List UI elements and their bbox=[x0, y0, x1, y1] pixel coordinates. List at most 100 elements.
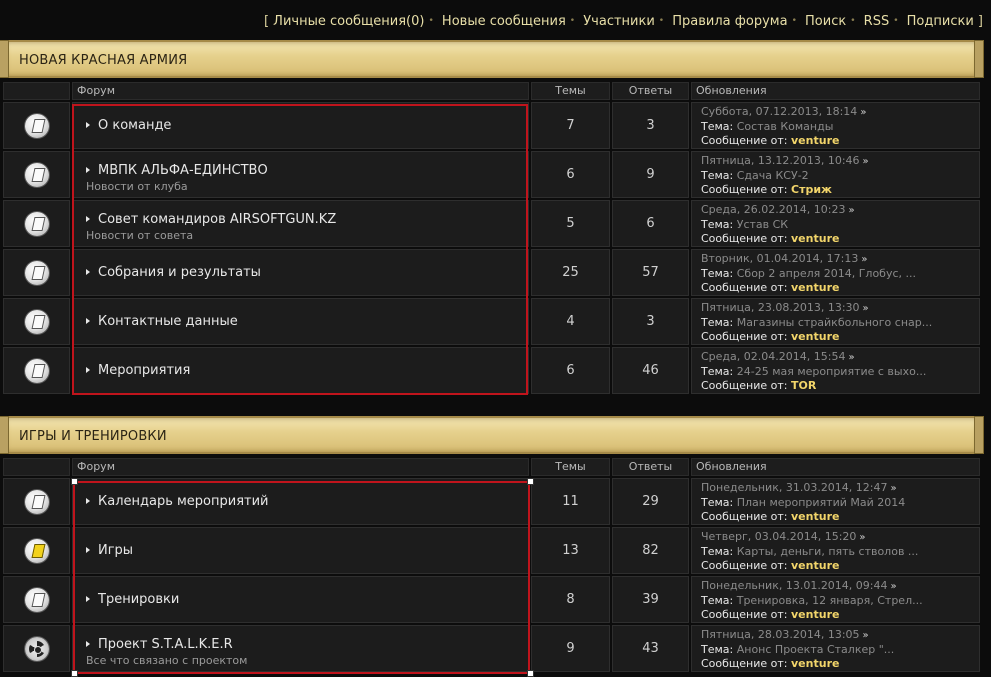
last-author-link[interactable]: venture bbox=[791, 232, 839, 245]
last-update-cell: Пятница, 28.03.2014, 13:05» Тема: Анонс П… bbox=[691, 625, 980, 672]
last-update-cell: Понедельник, 31.03.2014, 12:47» Тема: Пла… bbox=[691, 478, 980, 525]
category-header[interactable]: ИГРЫ И ТРЕНИРОВКИ bbox=[0, 416, 984, 454]
forum-row: Контактные данные 4 3 Пятница, 23.08.2013, … bbox=[3, 298, 980, 347]
forum-name[interactable]: Игры bbox=[98, 543, 133, 558]
forum-rules-link[interactable]: Правила форума bbox=[672, 14, 787, 29]
forum-cell: Игры bbox=[72, 527, 529, 574]
column-topics: Темы bbox=[531, 82, 610, 100]
last-author-line: Сообщение от: venture bbox=[701, 657, 979, 671]
subscriptions-link[interactable]: Подписки bbox=[907, 14, 974, 29]
go-to-last-post-icon[interactable]: » bbox=[848, 352, 854, 363]
forum-link[interactable]: Мероприятия bbox=[86, 363, 190, 378]
forum-description: Новости от клуба bbox=[86, 180, 188, 193]
forum-name[interactable]: Проект S.T.A.L.K.E.R bbox=[98, 637, 233, 652]
top-navigation: [ Личные сообщения(0) • Новые сообщения • … bbox=[263, 14, 983, 29]
last-topic-link[interactable]: Устав СК bbox=[737, 218, 788, 231]
forum-icon-cell bbox=[3, 298, 70, 345]
message-from-label: Сообщение от: bbox=[701, 510, 788, 523]
members-link[interactable]: Участники bbox=[583, 14, 655, 29]
message-from-label: Сообщение от: bbox=[701, 657, 788, 670]
forum-link[interactable]: Игры bbox=[86, 543, 133, 558]
forum-icon-cell bbox=[3, 200, 70, 247]
last-topic-line: Тема: Сбор 2 апреля 2014, Глобус, ... bbox=[701, 267, 979, 281]
go-to-last-post-icon[interactable]: » bbox=[863, 156, 869, 167]
go-to-last-post-icon[interactable]: » bbox=[848, 205, 854, 216]
topics-count: 13 bbox=[531, 527, 610, 574]
last-topic-link[interactable]: Магазины страйкбольного снар... bbox=[737, 316, 933, 329]
category-title[interactable]: НОВАЯ КРАСНАЯ АРМИЯ bbox=[19, 53, 187, 68]
forum-icon-cell bbox=[3, 151, 70, 198]
forum-read-icon bbox=[25, 261, 49, 285]
resize-handle[interactable] bbox=[527, 478, 534, 485]
forum-link[interactable]: Проект S.T.A.L.K.E.R bbox=[86, 637, 233, 652]
forum-name[interactable]: Тренировки bbox=[98, 592, 179, 607]
last-topic-link[interactable]: План мероприятий Май 2014 bbox=[737, 496, 906, 509]
forum-name[interactable]: Календарь мероприятий bbox=[98, 494, 269, 509]
last-topic-link[interactable]: Карты, деньги, пять стволов ... bbox=[737, 545, 919, 558]
last-author-link[interactable]: venture bbox=[791, 134, 839, 147]
category-title[interactable]: ИГРЫ И ТРЕНИРОВКИ bbox=[19, 429, 167, 444]
last-update-date-line: Среда, 26.02.2014, 10:23» bbox=[701, 203, 979, 218]
last-author-link[interactable]: venture bbox=[791, 657, 839, 670]
last-topic-line: Тема: План мероприятий Май 2014 bbox=[701, 496, 979, 510]
last-topic-link[interactable]: Состав Команды bbox=[737, 120, 834, 133]
last-author-link[interactable]: venture bbox=[791, 608, 839, 621]
last-topic-link[interactable]: Тренировка, 12 января, Стрел... bbox=[737, 594, 923, 607]
last-update-cell: Пятница, 23.08.2013, 13:30» Тема: Магазин… bbox=[691, 298, 980, 345]
last-author-line: Сообщение от: venture bbox=[701, 134, 979, 148]
last-author-link[interactable]: Стриж bbox=[791, 183, 832, 196]
forum-link[interactable]: Совет командиров AIRSOFTGUN.KZ bbox=[86, 212, 336, 227]
last-update-date-line: Среда, 02.04.2014, 15:54» bbox=[701, 350, 979, 365]
message-from-label: Сообщение от: bbox=[701, 183, 788, 196]
go-to-last-post-icon[interactable]: » bbox=[860, 107, 866, 118]
forum-read-icon bbox=[25, 359, 49, 383]
forum-row: Тренировки 8 39 Понедельник, 13.01.2014, 09… bbox=[3, 576, 980, 625]
forum-link[interactable]: Тренировки bbox=[86, 592, 179, 607]
last-author-link[interactable]: TOR bbox=[791, 379, 816, 392]
last-author-link[interactable]: venture bbox=[791, 281, 839, 294]
forum-row: Собрания и результаты 25 57 Вторник, 01.04.… bbox=[3, 249, 980, 298]
last-update-date-line: Пятница, 28.03.2014, 13:05» bbox=[701, 628, 979, 643]
forum-name[interactable]: О команде bbox=[98, 118, 171, 133]
private-messages-link[interactable]: Личные сообщения(0) bbox=[273, 14, 424, 29]
posts-count: 57 bbox=[612, 249, 689, 296]
go-to-last-post-icon[interactable]: » bbox=[863, 303, 869, 314]
posts-count: 3 bbox=[612, 298, 689, 345]
go-to-last-post-icon[interactable]: » bbox=[863, 630, 869, 641]
go-to-last-post-icon[interactable]: » bbox=[891, 581, 897, 592]
forum-name[interactable]: МВПК АЛЬФА-ЕДИНСТВО bbox=[98, 163, 268, 178]
header-ornament-left bbox=[0, 416, 9, 454]
search-link[interactable]: Поиск bbox=[805, 14, 846, 29]
last-topic-link[interactable]: Анонс Проекта Сталкер "... bbox=[737, 643, 895, 656]
column-topics: Темы bbox=[531, 458, 610, 476]
category-header[interactable]: НОВАЯ КРАСНАЯ АРМИЯ bbox=[0, 40, 984, 78]
forum-name[interactable]: Совет командиров AIRSOFTGUN.KZ bbox=[98, 212, 336, 227]
forum-link[interactable]: Календарь мероприятий bbox=[86, 494, 269, 509]
forum-link[interactable]: МВПК АЛЬФА-ЕДИНСТВО bbox=[86, 163, 268, 178]
forum-link[interactable]: Собрания и результаты bbox=[86, 265, 261, 280]
last-topic-link[interactable]: Сбор 2 апреля 2014, Глобус, ... bbox=[737, 267, 916, 280]
forum-name[interactable]: Мероприятия bbox=[98, 363, 190, 378]
last-update-date: Суббота, 07.12.2013, 18:14 bbox=[701, 105, 858, 118]
go-to-last-post-icon[interactable]: » bbox=[891, 483, 897, 494]
bracket-close: ] bbox=[977, 14, 983, 29]
rss-link[interactable]: RSS bbox=[864, 14, 890, 29]
last-author-link[interactable]: venture bbox=[791, 559, 839, 572]
resize-handle[interactable] bbox=[71, 478, 78, 485]
forum-link[interactable]: Контактные данные bbox=[86, 314, 238, 329]
column-updates: Обновления bbox=[691, 458, 980, 476]
new-messages-link[interactable]: Новые сообщения bbox=[442, 14, 566, 29]
last-topic-link[interactable]: Сдача КСУ-2 bbox=[737, 169, 809, 182]
forum-name[interactable]: Собрания и результаты bbox=[98, 265, 261, 280]
forum-name[interactable]: Контактные данные bbox=[98, 314, 238, 329]
last-update-date-line: Понедельник, 31.03.2014, 12:47» bbox=[701, 481, 979, 496]
forum-link[interactable]: О команде bbox=[86, 118, 171, 133]
last-topic-link[interactable]: 24-25 мая мероприятие с выхо... bbox=[737, 365, 927, 378]
last-author-link[interactable]: venture bbox=[791, 330, 839, 343]
forum-cell: Проект S.T.A.L.K.E.R Все что связано с пр… bbox=[72, 625, 529, 672]
last-author-link[interactable]: venture bbox=[791, 510, 839, 523]
arrow-right-icon bbox=[86, 547, 90, 553]
go-to-last-post-icon[interactable]: » bbox=[861, 254, 867, 265]
go-to-last-post-icon[interactable]: » bbox=[859, 532, 865, 543]
column-header-row: Форум Темы Ответы Обновления bbox=[3, 458, 980, 476]
